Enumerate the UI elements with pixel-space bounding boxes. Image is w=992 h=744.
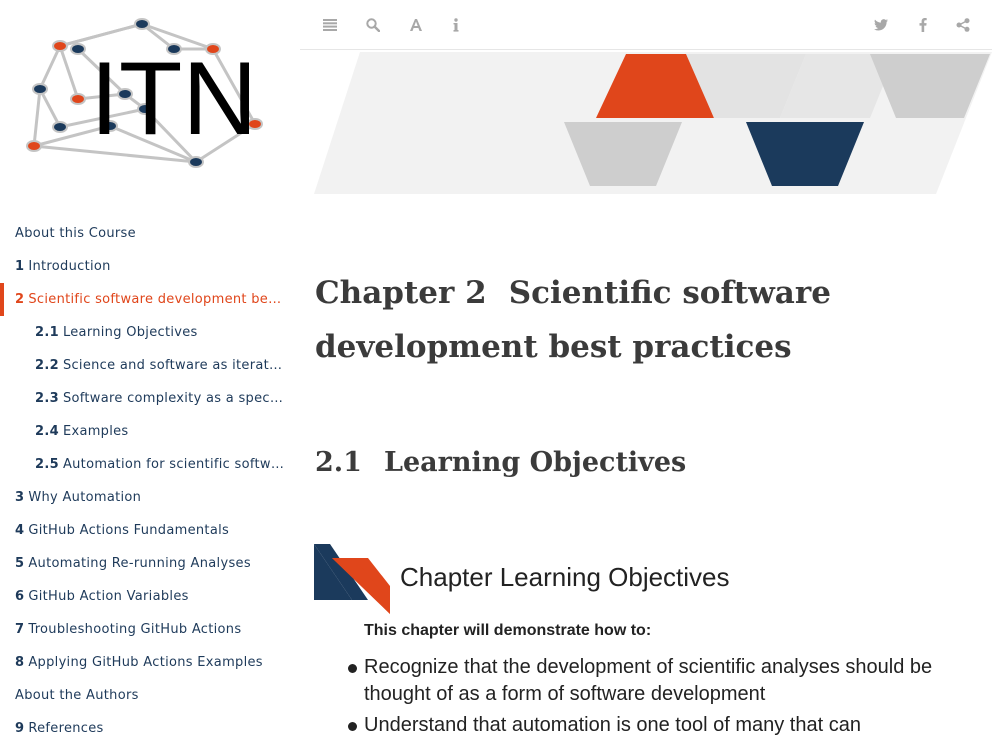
search-icon[interactable] — [361, 13, 385, 37]
toc-item[interactable]: 2.2 Science and software as iterative … — [0, 349, 300, 382]
toc-item-number: 2 — [15, 292, 25, 307]
toc-item-number: 1 — [15, 259, 25, 274]
toc-item[interactable]: 3 Why Automation — [0, 481, 300, 514]
toc-item-number: 2.1 — [35, 325, 59, 340]
toc-item[interactable]: 2.3 Software complexity as a spectru… — [0, 382, 300, 415]
toc-item-number: 5 — [15, 556, 25, 571]
toc-item-number: 2.5 — [35, 457, 59, 472]
toc-item-number: 2.3 — [35, 391, 59, 406]
toc-item-label: GitHub Action Variables — [28, 589, 189, 604]
top-toolbar — [300, 0, 992, 50]
toc-item[interactable]: 2.1 Learning Objectives — [0, 316, 300, 349]
facebook-icon[interactable] — [911, 13, 935, 37]
itn-logo[interactable]: ITN — [20, 14, 280, 174]
toc-item[interactable]: About this Course — [0, 217, 300, 250]
toc-item-label: About the Authors — [15, 688, 139, 703]
toc-item[interactable]: 8 Applying GitHub Actions Examples — [0, 646, 300, 679]
learning-objectives-list: Recognize that the development of scient… — [346, 654, 946, 743]
learning-objectives-intro: This chapter will demonstrate how to: — [364, 622, 652, 639]
learning-objectives-box: Chapter Learning Objectives This chapter… — [314, 542, 954, 744]
toc-item[interactable]: 6 GitHub Action Variables — [0, 580, 300, 613]
list-item: Understand that automation is one tool o… — [346, 712, 946, 739]
toc-item-number: 2.4 — [35, 424, 59, 439]
toc-item-number: 9 — [15, 721, 25, 736]
table-of-contents: About this Course 1 Introduction 2 Scientifi… — [0, 217, 300, 744]
info-icon[interactable] — [444, 13, 468, 37]
toc-item[interactable]: 2 Scientific software development best … — [0, 283, 300, 316]
toc-item-label: Software complexity as a spectru… — [62, 391, 300, 406]
toc-item-label: Why Automation — [28, 490, 142, 505]
toc-item-number: 8 — [15, 655, 25, 670]
toc-item-label: Science and software as iterative … — [62, 358, 300, 373]
toc-item-label: GitHub Actions Fundamentals — [28, 523, 230, 538]
toc-item[interactable]: 2.5 Automation for scientific software — [0, 448, 300, 481]
list-item: Recognize that the development of scient… — [346, 654, 946, 708]
toc-item-label: Introduction — [28, 259, 111, 274]
toc-item[interactable]: About the Authors — [0, 679, 300, 712]
toc-item-number: 2.2 — [35, 358, 59, 373]
chapter-number: Chapter 2 — [315, 275, 487, 311]
toc-item-label: Automating Re-running Analyses — [28, 556, 251, 571]
toc-item-number: 6 — [15, 589, 25, 604]
toc-item-label: Scientific software development best … — [28, 292, 299, 307]
chapter-title: Chapter 2 Scientific software development… — [315, 266, 915, 374]
twitter-icon[interactable] — [869, 13, 893, 37]
menu-icon[interactable] — [318, 13, 342, 37]
toc-item[interactable]: 5 Automating Re-running Analyses — [0, 547, 300, 580]
toc-item-number: 3 — [15, 490, 25, 505]
section-number: 2.1 — [315, 447, 362, 478]
share-icon[interactable] — [951, 13, 975, 37]
toc-item[interactable]: 2.4 Examples — [0, 415, 300, 448]
chapter-banner-image — [314, 52, 992, 194]
toc-item-number: 4 — [15, 523, 25, 538]
toc-item[interactable]: 7 Troubleshooting GitHub Actions — [0, 613, 300, 646]
toc-item-label: Automation for scientific software — [62, 457, 293, 472]
section-title-text: Learning Objectives — [383, 447, 687, 478]
toc-item-number: 7 — [15, 622, 25, 637]
toc-item[interactable]: 4 GitHub Actions Fundamentals — [0, 514, 300, 547]
toc-item-label: Applying GitHub Actions Examples — [28, 655, 263, 670]
toc-item-label: Troubleshooting GitHub Actions — [28, 622, 242, 637]
learning-objectives-icon — [314, 544, 390, 614]
font-icon[interactable] — [404, 13, 428, 37]
section-title: 2.1 Learning Objectives — [315, 440, 915, 486]
toc-item-label: About this Course — [15, 226, 136, 241]
toc-item-label: References — [28, 721, 104, 736]
toc-item[interactable]: 1 Introduction — [0, 250, 300, 283]
learning-objectives-heading: Chapter Learning Objectives — [400, 562, 730, 592]
toc-item-label: Examples — [62, 424, 129, 439]
toc-item[interactable]: 9 References — [0, 712, 300, 744]
toc-item-label: Learning Objectives — [62, 325, 198, 340]
sidebar: ITN About this Course 1 Introduction 2 Scien… — [0, 0, 300, 744]
logo-text: ITN — [90, 41, 258, 157]
